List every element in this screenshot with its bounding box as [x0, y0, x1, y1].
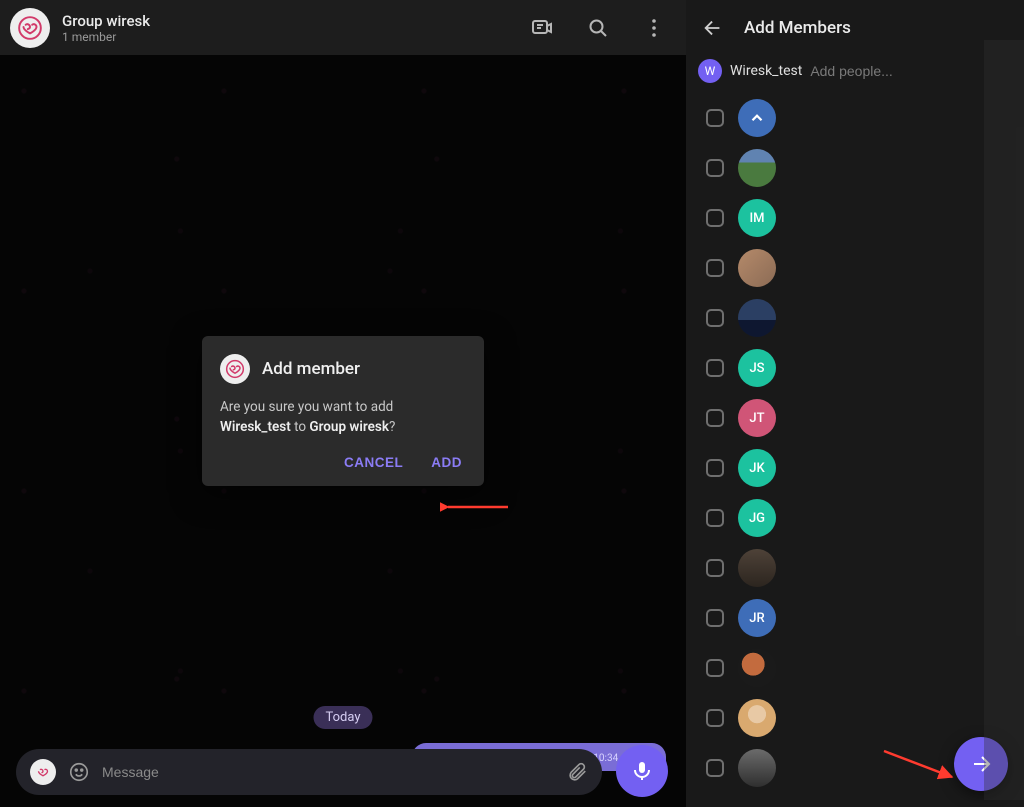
- contact-checkbox[interactable]: [706, 759, 724, 777]
- search-icon[interactable]: [586, 16, 610, 40]
- contact-avatar: JT: [738, 399, 776, 437]
- contact-avatar: JK: [738, 449, 776, 487]
- back-icon[interactable]: [702, 17, 724, 39]
- contact-avatar: JS: [738, 349, 776, 387]
- contact-avatar: [738, 299, 776, 337]
- group-logo-icon: [225, 359, 245, 379]
- contact-list[interactable]: IM JS JT JK JG JR: [686, 93, 1024, 807]
- contact-row[interactable]: [686, 243, 1024, 293]
- contact-checkbox[interactable]: [706, 709, 724, 727]
- add-member-dialog: Add member Are you sure you want to add …: [202, 336, 484, 486]
- contact-row[interactable]: [686, 293, 1024, 343]
- video-message-icon[interactable]: [530, 16, 554, 40]
- side-title: Add Members: [744, 18, 851, 38]
- chat-body: Today Welcome to Wiresk group 10:34 AM ✓…: [0, 55, 686, 807]
- group-logo-icon: [17, 15, 43, 41]
- group-avatar[interactable]: [10, 8, 50, 48]
- chip-avatar: W: [698, 59, 722, 83]
- contact-avatar: JG: [738, 499, 776, 537]
- contact-avatar: [738, 749, 776, 787]
- chip-name: Wiresk_test: [730, 63, 802, 79]
- add-members-panel: Add Members W Wiresk_test IM JS JT JK JG JR: [686, 0, 1024, 807]
- contact-checkbox[interactable]: [706, 559, 724, 577]
- confirm-fab-button[interactable]: [954, 737, 1008, 791]
- contact-row[interactable]: [686, 93, 1024, 143]
- message-input[interactable]: [102, 764, 554, 780]
- contact-avatar: JR: [738, 599, 776, 637]
- contact-row[interactable]: JG: [686, 493, 1024, 543]
- side-header: Add Members: [686, 0, 1024, 55]
- contact-checkbox[interactable]: [706, 209, 724, 227]
- contact-avatar: [738, 149, 776, 187]
- contact-row[interactable]: [686, 543, 1024, 593]
- dialog-title: Add member: [262, 359, 360, 379]
- annotation-arrow-dialog: [440, 497, 510, 517]
- chat-header: Group wiresk 1 member: [0, 0, 686, 55]
- member-count: 1 member: [62, 30, 150, 44]
- contact-checkbox[interactable]: [706, 159, 724, 177]
- voice-message-button[interactable]: [616, 745, 668, 797]
- contact-checkbox[interactable]: [706, 359, 724, 377]
- contact-avatar: [738, 99, 776, 137]
- date-separator: Today: [313, 706, 372, 729]
- contact-checkbox[interactable]: [706, 459, 724, 477]
- contact-avatar: [738, 549, 776, 587]
- selected-chip-row: W Wiresk_test: [686, 55, 1024, 93]
- chat-panel: Group wiresk 1 member Today Welcome to W…: [0, 0, 686, 807]
- message-composer: [16, 749, 602, 795]
- chat-title[interactable]: Group wiresk: [62, 12, 150, 30]
- contact-row[interactable]: JS: [686, 343, 1024, 393]
- attach-icon[interactable]: [566, 761, 588, 783]
- contact-checkbox[interactable]: [706, 509, 724, 527]
- selected-member-chip[interactable]: W Wiresk_test: [698, 59, 802, 83]
- contact-row[interactable]: [686, 143, 1024, 193]
- dialog-overlay: Add member Are you sure you want to add …: [0, 55, 686, 807]
- contact-checkbox[interactable]: [706, 109, 724, 127]
- contact-checkbox[interactable]: [706, 309, 724, 327]
- more-menu-icon[interactable]: [642, 16, 666, 40]
- contact-checkbox[interactable]: [706, 609, 724, 627]
- dialog-avatar: [220, 354, 250, 384]
- contact-avatar: IM: [738, 199, 776, 237]
- contact-checkbox[interactable]: [706, 409, 724, 427]
- composer-avatar[interactable]: [30, 759, 56, 785]
- contact-checkbox[interactable]: [706, 659, 724, 677]
- contact-row[interactable]: JT: [686, 393, 1024, 443]
- contact-row[interactable]: IM: [686, 193, 1024, 243]
- add-button[interactable]: ADD: [431, 455, 462, 470]
- contact-avatar: [738, 649, 776, 687]
- cancel-button[interactable]: CANCEL: [344, 455, 403, 470]
- contact-row[interactable]: [686, 643, 1024, 693]
- contact-row[interactable]: [686, 693, 1024, 743]
- contact-row[interactable]: JR: [686, 593, 1024, 643]
- contact-checkbox[interactable]: [706, 259, 724, 277]
- contact-row[interactable]: JK: [686, 443, 1024, 493]
- add-people-input[interactable]: [810, 63, 991, 79]
- dialog-message: Are you sure you want to add Wiresk_test…: [220, 398, 466, 437]
- contact-avatar: [738, 249, 776, 287]
- emoji-icon[interactable]: [68, 761, 90, 783]
- contact-avatar: [738, 699, 776, 737]
